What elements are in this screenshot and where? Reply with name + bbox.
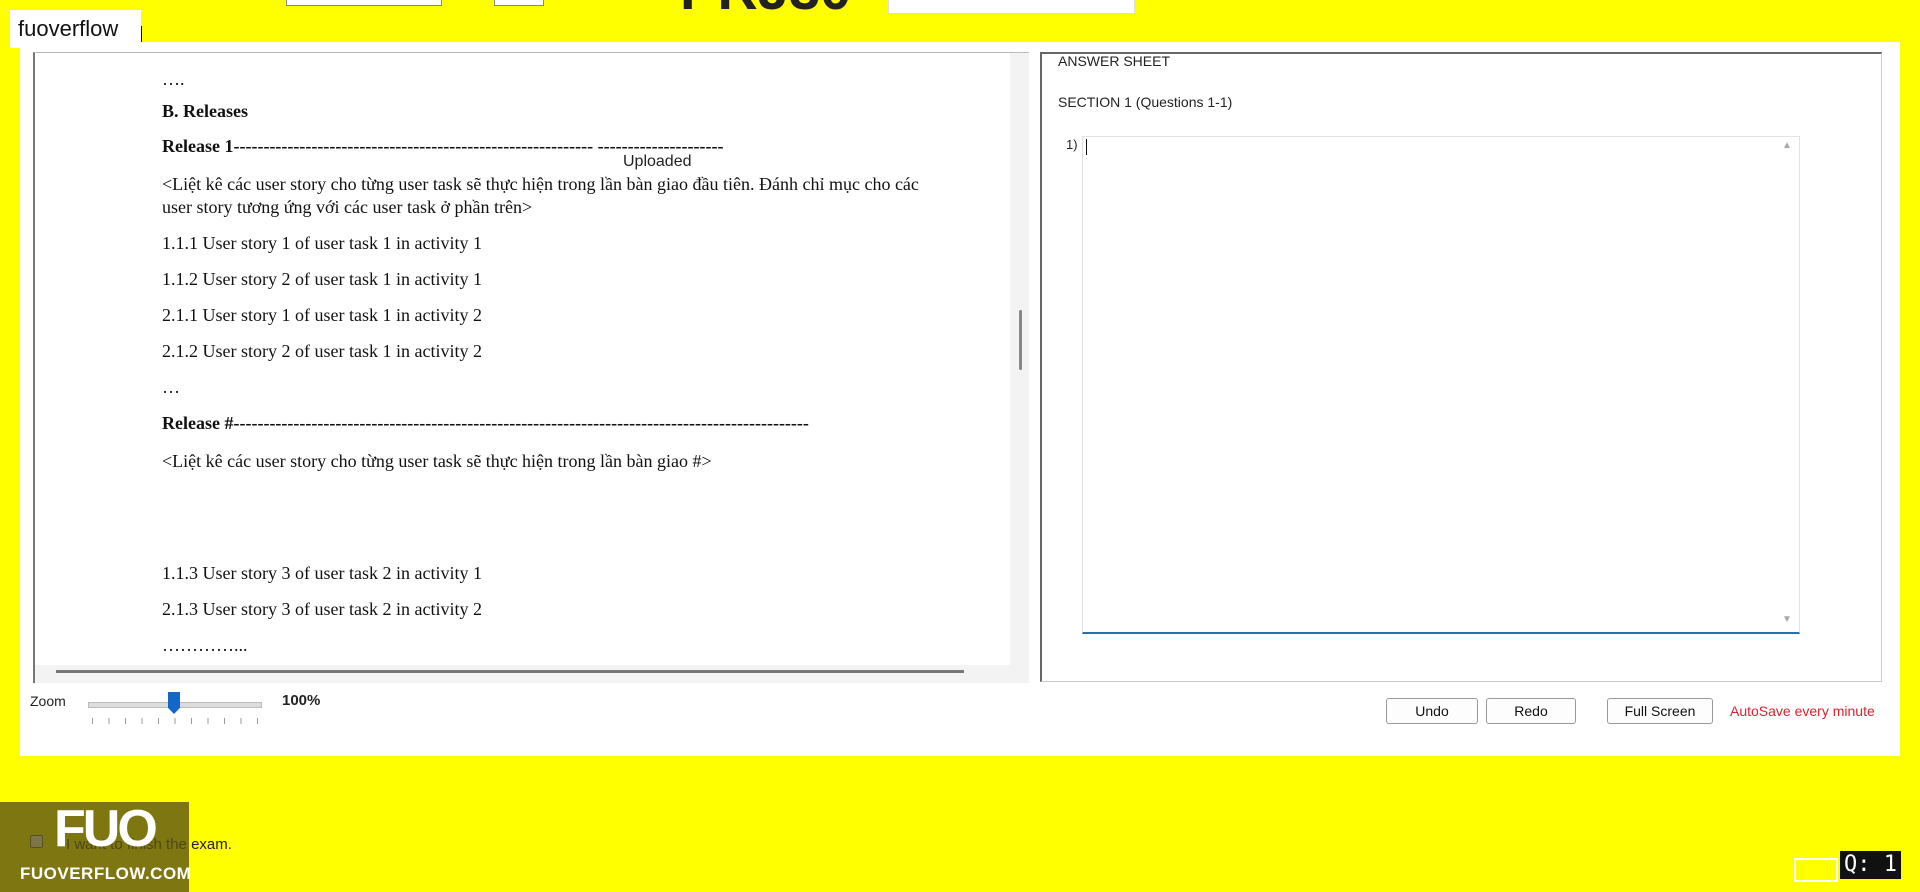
doc-line: 2.1.1 User story 1 of user task 1 in act… [162,305,482,325]
scroll-up-icon[interactable]: ▲ [1782,140,1792,151]
answer-sheet-title: ANSWER SHEET [1058,53,1171,69]
question-number: 1) [1066,137,1078,152]
doc-line: …. [162,69,185,89]
doc-line: 1.1.3 User story 3 of user task 2 in act… [162,563,482,583]
doc-line: 1.1.2 User story 2 of user task 1 in act… [162,269,482,289]
zoom-value: 100% [282,692,321,709]
doc-line: user story tương ứng với các user task ở… [162,197,533,217]
document-page: …. B. Releases Release 1----------------… [35,53,1010,665]
section-title: SECTION 1 (Questions 1-1) [1058,94,1233,110]
answer-textarea[interactable] [1082,136,1800,634]
logo-text: FUOVERFLOW.COM [20,864,192,883]
doc-line: 1.1.1 User story 1 of user task 1 in act… [162,233,482,253]
text-caret [1086,139,1087,155]
top-dropdown-partial[interactable] [494,0,544,6]
scroll-down-icon[interactable]: ▼ [1782,614,1792,625]
doc-heading: B. Releases [162,101,248,121]
doc-line: <Liệt kê các user story cho từng user ta… [162,174,919,194]
top-box-partial [888,0,1135,14]
redo-button[interactable]: Redo [1486,698,1576,724]
zoom-label: Zoom [30,693,66,709]
uploaded-label: Uploaded [623,153,692,170]
doc-line: 2.1.2 User story 2 of user task 1 in act… [162,341,482,361]
document-horizontal-scrollbar[interactable] [56,670,964,673]
document-vertical-scrollbar[interactable] [1019,310,1022,370]
question-badge: Q: 1 [1840,851,1901,879]
doc-line: 2.1.3 User story 3 of user task 2 in act… [162,599,482,619]
undo-button[interactable]: Undo [1386,698,1478,724]
full-screen-button[interactable]: Full Screen [1607,698,1713,724]
logo-mark: FUO [54,800,158,858]
doc-line: <Liệt kê các user story cho từng user ta… [162,451,712,471]
zoom-slider-ticks [92,718,258,724]
top-input-partial[interactable] [286,0,442,6]
question-nav-box[interactable] [1794,858,1838,882]
doc-heading: Release #-------------------------------… [162,413,809,433]
doc-line: … [162,377,180,397]
autosave-notice: AutoSave every minute [1730,703,1875,719]
doc-line: …………... [162,635,248,655]
exam-code-partial: PRJ30 [680,0,851,18]
